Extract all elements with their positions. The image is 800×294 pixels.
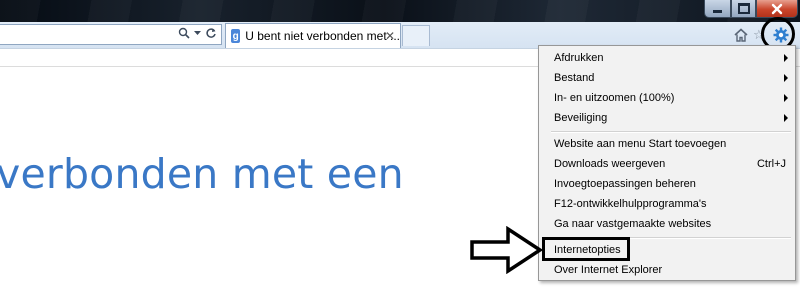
address-bar-icons [178, 27, 217, 39]
annotation-highlight-box [542, 237, 630, 261]
menu-item-f12-tools[interactable]: F12-ontwikkelhulpprogramma's [554, 194, 790, 214]
menu-item-label: Downloads weergeven [554, 158, 666, 170]
address-bar[interactable] [0, 24, 222, 45]
menu-item-pinned-sites[interactable]: Ga naar vastgemaakte websites [554, 214, 790, 234]
maximize-icon [737, 3, 750, 14]
tab-close-icon[interactable]: ✕ [385, 29, 395, 43]
menu-item-add-to-start[interactable]: Website aan menu Start toevoegen [554, 134, 790, 154]
menu-item-label: Website aan menu Start toevoegen [554, 138, 727, 150]
home-icon[interactable] [733, 27, 749, 43]
close-window-button[interactable] [756, 0, 798, 18]
menu-item-label: Invoegtoepassingen beheren [554, 178, 696, 190]
maximize-button[interactable] [731, 0, 756, 18]
gear-icon[interactable] [773, 27, 789, 43]
submenu-arrow-icon [784, 94, 788, 102]
minimize-icon [713, 10, 722, 13]
browser-tab[interactable]: g U bent niet verbonden met ... ✕ [225, 23, 401, 48]
submenu-arrow-icon [784, 114, 788, 122]
menu-item-zoom[interactable]: In- en uitzoomen (100%) [554, 88, 790, 108]
menu-item-label: In- en uitzoomen (100%) [554, 92, 675, 104]
menu-item-beveiliging[interactable]: Beveiliging [554, 108, 790, 128]
menu-item-afdrukken[interactable]: Afdrukken [554, 48, 790, 68]
menu-item-downloads[interactable]: Downloads weergeven Ctrl+J [554, 154, 790, 174]
menu-item-label: Bestand [554, 72, 595, 84]
window-titlebar [0, 0, 800, 22]
menu-item-addons[interactable]: Invoegtoepassingen beheren [554, 174, 790, 194]
refresh-icon[interactable] [205, 27, 217, 39]
menu-item-shortcut: Ctrl+J [756, 158, 786, 170]
page-headline: verbonden met een [0, 150, 404, 198]
menu-item-label: F12-ontwikkelhulpprogramma's [554, 198, 707, 210]
menu-item-label: Beveiliging [554, 112, 608, 124]
tab-title: U bent niet verbonden met ... [245, 29, 400, 43]
menu-item-bestand[interactable]: Bestand [554, 68, 790, 88]
dropdown-icon[interactable] [194, 30, 201, 36]
search-icon[interactable] [178, 27, 190, 39]
submenu-arrow-icon [784, 54, 788, 62]
annotation-arrow-icon [470, 226, 544, 274]
new-tab-button[interactable] [402, 25, 430, 46]
menu-item-label: Ga naar vastgemaakte websites [554, 218, 712, 230]
menu-item-about-ie[interactable]: Over Internet Explorer [554, 260, 790, 280]
menu-item-label: Afdrukken [554, 52, 604, 64]
google-favicon-icon: g [231, 29, 241, 43]
close-icon [771, 3, 783, 14]
menu-item-label: Over Internet Explorer [554, 264, 663, 276]
submenu-arrow-icon [784, 74, 788, 82]
menu-separator [551, 131, 791, 133]
minimize-button[interactable] [704, 0, 731, 18]
